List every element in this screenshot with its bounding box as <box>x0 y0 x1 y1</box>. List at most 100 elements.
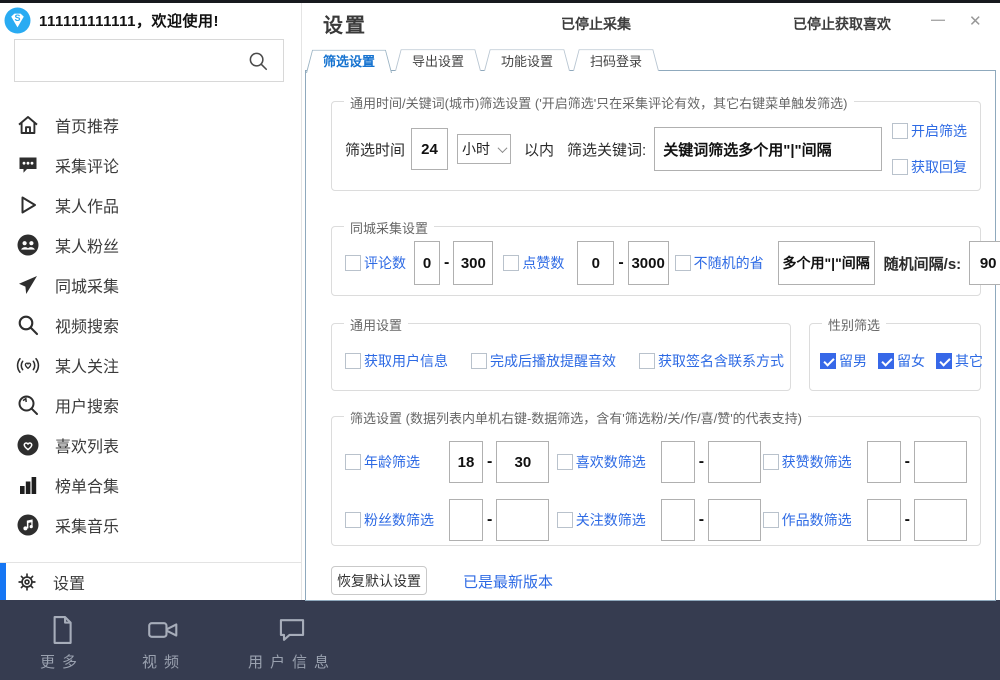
close-button[interactable]: ✕ <box>969 12 982 30</box>
province-list-input[interactable]: 多个用"|"间隔 <box>778 241 875 285</box>
like-max-input[interactable]: 3000 <box>628 241 669 285</box>
works-count-min-input[interactable] <box>867 499 901 541</box>
sidebar-item-user-fans[interactable]: 某人粉丝 <box>0 225 301 265</box>
checkbox-label: 年龄筛选 <box>364 452 420 472</box>
likes-status-text: 已停止获取喜欢 <box>793 14 891 34</box>
sidebar-item-video-search[interactable]: 视频搜索 <box>0 305 301 345</box>
follow-count-min-input[interactable] <box>661 499 695 541</box>
group-legend: 筛选设置 (数据列表内单机右键-数据筛选，含有'筛选粉/关/作/喜/赞'的代表支… <box>344 408 808 427</box>
sidebar-item-label: 喜欢列表 <box>55 433 119 457</box>
checkbox-box[interactable] <box>471 353 487 369</box>
non-random-province-checkbox[interactable]: 不随机的省 <box>675 253 764 273</box>
works-count-max-input[interactable] <box>914 499 967 541</box>
praise-count-max-input[interactable] <box>914 441 967 483</box>
age-min-input[interactable]: 18 <box>449 441 483 483</box>
home-icon <box>16 113 40 137</box>
likes-count-max-input[interactable] <box>708 441 761 483</box>
fans-count-filter-checkbox[interactable]: 粉丝数筛选 <box>345 510 449 530</box>
keep-female-checkbox[interactable]: 留女 <box>878 351 925 371</box>
welcome-text: 111111111111，欢迎使用! <box>39 10 219 31</box>
sidebar-item-label: 某人粉丝 <box>55 233 119 257</box>
follow-count-filter-cell: 关注数筛选 - <box>557 499 763 541</box>
get-user-info-checkbox[interactable]: 获取用户信息 <box>345 351 448 371</box>
checkbox-box[interactable] <box>936 353 952 369</box>
checkbox-box[interactable] <box>345 255 361 271</box>
works-count-filter-checkbox[interactable]: 作品数筛选 <box>763 510 867 530</box>
follow-count-max-input[interactable] <box>708 499 761 541</box>
checkbox-label: 关注数筛选 <box>576 510 646 530</box>
checkbox-box[interactable] <box>763 512 779 528</box>
like-count-checkbox[interactable]: 点赞数 <box>503 253 564 273</box>
fans-count-min-input[interactable] <box>449 499 483 541</box>
toolbar-item-more[interactable]: 更多 <box>40 614 84 672</box>
selected-indicator <box>0 563 6 600</box>
checkbox-box[interactable] <box>345 353 361 369</box>
likes-count-filter-cell: 喜欢数筛选 - <box>557 441 763 483</box>
toolbar-item-user-info[interactable]: 用户信息 <box>248 614 336 672</box>
latest-version-status[interactable]: 已是最新版本 <box>463 571 553 592</box>
praise-count-filter-cell: 获赞数筛选 - <box>763 441 967 483</box>
comment-count-checkbox[interactable]: 评论数 <box>345 253 406 273</box>
sidebar-item-likes-list[interactable]: 喜欢列表 <box>0 425 301 465</box>
get-replies-checkbox[interactable]: 获取回复 <box>892 157 967 177</box>
checkbox-box[interactable] <box>878 353 894 369</box>
keep-other-checkbox[interactable]: 其它 <box>936 351 983 371</box>
filter-time-input[interactable]: 24 <box>411 128 448 170</box>
checkbox-box[interactable] <box>503 255 519 271</box>
tab-export-settings[interactable]: 导出设置 <box>395 46 481 71</box>
sidebar-item-user-follows[interactable]: 某人关注 <box>0 345 301 385</box>
checkbox-box[interactable] <box>892 123 908 139</box>
tab-qr-login[interactable]: 扫码登录 <box>573 46 659 71</box>
sidebar-item-label: 首页推荐 <box>55 113 119 137</box>
sidebar-item-user-works[interactable]: 某人作品 <box>0 185 301 225</box>
time-unit-select[interactable]: 小时 <box>457 134 511 164</box>
checkbox-label: 留女 <box>897 351 925 371</box>
checkbox-box[interactable] <box>639 353 655 369</box>
random-interval-input[interactable]: 90 <box>969 241 1000 285</box>
minimize-button[interactable]: — <box>931 11 945 27</box>
sidebar-item-user-search[interactable]: 用户搜索 <box>0 385 301 425</box>
sidebar-item-home-feed[interactable]: 首页推荐 <box>0 105 301 145</box>
like-min-input[interactable]: 0 <box>577 241 614 285</box>
restore-defaults-button[interactable]: 恢复默认设置 <box>331 566 427 595</box>
filter-keyword-input[interactable]: 关键词筛选多个用"|"间隔 <box>654 127 882 171</box>
tab-function-settings[interactable]: 功能设置 <box>484 46 570 71</box>
search-icon[interactable] <box>247 50 269 72</box>
keep-male-checkbox[interactable]: 留男 <box>820 351 867 371</box>
sidebar-item-collect-music[interactable]: 采集音乐 <box>0 505 301 545</box>
checkbox-box[interactable] <box>557 512 573 528</box>
signature-contact-checkbox[interactable]: 获取签名含联系方式 <box>639 351 784 371</box>
sidebar-item-ranking[interactable]: 榜单合集 <box>0 465 301 505</box>
sidebar-item-city-collect[interactable]: 同城采集 <box>0 265 301 305</box>
sidebar-item-settings[interactable]: 设置 <box>0 562 301 600</box>
checkbox-box[interactable] <box>557 454 573 470</box>
checkbox-box[interactable] <box>892 159 908 175</box>
likes-count-min-input[interactable] <box>661 441 695 483</box>
sidebar-search-input[interactable] <box>14 39 284 82</box>
checkbox-box[interactable] <box>763 454 779 470</box>
praise-count-min-input[interactable] <box>867 441 901 483</box>
gear-icon <box>16 571 38 593</box>
likes-count-filter-checkbox[interactable]: 喜欢数筛选 <box>557 452 661 472</box>
comment-min-input[interactable]: 0 <box>414 241 440 285</box>
tab-filter-settings[interactable]: 筛选设置 <box>306 46 392 71</box>
checkbox-box[interactable] <box>675 255 691 271</box>
comment-max-input[interactable]: 300 <box>453 241 493 285</box>
fans-count-max-input[interactable] <box>496 499 549 541</box>
sidebar-item-label: 用户搜索 <box>55 393 119 417</box>
follow-count-filter-checkbox[interactable]: 关注数筛选 <box>557 510 661 530</box>
toolbar-item-label: 更多 <box>40 651 84 672</box>
toolbar-item-video[interactable]: 视频 <box>142 614 186 672</box>
svg-text:S: S <box>14 13 20 23</box>
collect-status-text: 已停止采集 <box>561 14 631 34</box>
age-max-input[interactable]: 30 <box>496 441 549 483</box>
checkbox-box[interactable] <box>345 512 361 528</box>
play-sound-on-finish-checkbox[interactable]: 完成后播放提醒音效 <box>471 351 616 371</box>
age-filter-checkbox[interactable]: 年龄筛选 <box>345 452 449 472</box>
checkbox-box[interactable] <box>345 454 361 470</box>
checkbox-box[interactable] <box>820 353 836 369</box>
praise-count-filter-checkbox[interactable]: 获赞数筛选 <box>763 452 867 472</box>
enable-filter-checkbox[interactable]: 开启筛选 <box>892 121 967 141</box>
sidebar-item-label: 采集音乐 <box>55 513 119 537</box>
sidebar-item-collect-comments[interactable]: 采集评论 <box>0 145 301 185</box>
